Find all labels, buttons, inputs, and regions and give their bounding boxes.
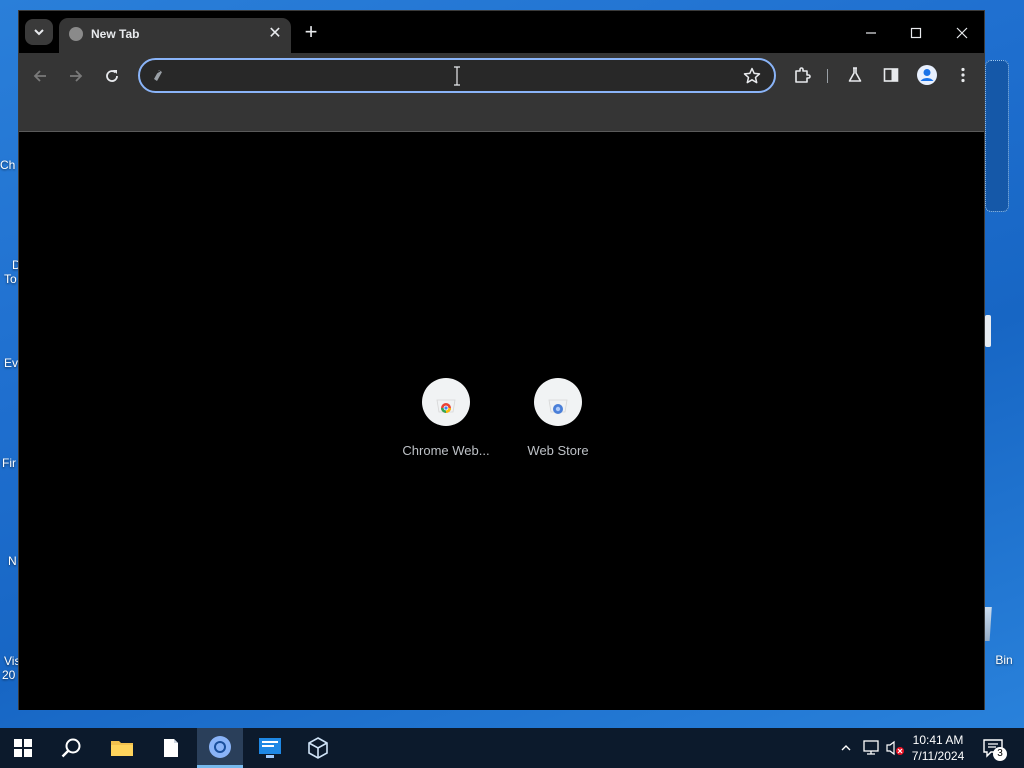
background-window-scrollbar (985, 315, 991, 347)
arrow-right-icon (70, 70, 83, 82)
notification-count-badge: 3 (993, 747, 1007, 761)
tab-search-button[interactable] (25, 19, 53, 45)
tab-new-tab[interactable]: New Tab ✕ (59, 18, 291, 53)
background-window-edge (985, 60, 1009, 212)
start-button[interactable] (0, 728, 46, 768)
browser-toolbar (19, 53, 984, 99)
side-panel-icon (883, 68, 899, 82)
clock-time: 10:41 AM (912, 733, 964, 747)
arrow-left-icon (33, 70, 46, 82)
bookmark-star-icon[interactable] (742, 66, 762, 86)
new-tab-page: Chrome Web... Web Store (19, 133, 984, 710)
desktop-icon-label[interactable]: Fir (2, 456, 16, 470)
desktop-icon-label[interactable]: Ch (0, 158, 15, 172)
taskbar-clock[interactable]: 10:41 AM 7/11/2024 (905, 732, 971, 764)
desktop-icon-label[interactable]: 20 (2, 668, 15, 682)
address-bar[interactable] (138, 58, 776, 93)
reload-icon (106, 70, 118, 82)
menu-button[interactable] (951, 63, 975, 87)
labs-button[interactable] (843, 63, 867, 87)
taskbar-file-explorer[interactable] (99, 728, 145, 768)
globe-icon (69, 27, 83, 41)
taskbar-notepad[interactable] (148, 728, 194, 768)
maximize-button[interactable] (893, 19, 939, 47)
desktop-icon-label[interactable]: To (4, 272, 17, 286)
chrome-store-icon (436, 399, 456, 413)
close-icon (956, 27, 968, 39)
desktop-icon-label[interactable]: N (8, 554, 17, 568)
shortcut-label: Chrome Web... (402, 443, 490, 458)
forward-button[interactable] (63, 63, 89, 89)
maximize-icon (910, 27, 922, 39)
text-cursor-icon (454, 66, 460, 86)
chevron-down-icon (34, 29, 44, 36)
notification-center-button[interactable]: 3 (978, 728, 1010, 768)
tab-strip: New Tab ✕ + (19, 11, 984, 53)
reload-button[interactable] (99, 63, 125, 89)
volume-button[interactable] (884, 728, 906, 768)
more-vert-icon (961, 67, 965, 83)
back-button[interactable] (27, 63, 53, 89)
flask-icon (848, 67, 862, 82)
network-button[interactable] (860, 728, 882, 768)
volume-muted-icon (886, 740, 904, 756)
minimize-button[interactable] (848, 19, 894, 47)
search-icon (61, 738, 81, 758)
windows-logo-icon (14, 739, 32, 757)
desktop-icon-label[interactable]: Ev (4, 356, 18, 370)
chrome-icon (209, 735, 231, 758)
search-button[interactable] (48, 728, 94, 768)
shortcut-chrome-web-store[interactable]: Chrome Web... (390, 378, 502, 458)
document-icon (164, 739, 178, 757)
tab-close-button[interactable]: ✕ (265, 24, 285, 44)
taskbar-chrome[interactable] (197, 728, 243, 768)
chevron-up-icon (841, 745, 851, 751)
profile-button[interactable] (915, 63, 939, 87)
browser-window: New Tab ✕ + Chrome Web... Web Store (18, 10, 985, 710)
network-icon (863, 740, 879, 755)
search-engine-icon (152, 70, 162, 81)
close-window-button[interactable] (939, 19, 985, 47)
recycle-bin-label[interactable]: Bin (984, 653, 1024, 667)
extensions-button[interactable] (790, 63, 814, 87)
clock-date: 7/11/2024 (911, 749, 965, 763)
folder-icon (111, 741, 133, 756)
minimize-icon (866, 32, 876, 34)
toolbar-separator (827, 69, 828, 83)
avatar-icon (917, 65, 937, 85)
monitor-icon (259, 738, 281, 758)
shortcut-tile (422, 378, 470, 426)
web-store-icon (548, 399, 568, 414)
shortcut-tile (534, 378, 582, 426)
bookmarks-bar (19, 99, 984, 132)
taskbar: 10:41 AM 7/11/2024 3 (0, 728, 1024, 768)
shortcut-web-store[interactable]: Web Store (502, 378, 614, 458)
tab-title: New Tab (91, 27, 140, 41)
taskbar-virtualbox[interactable] (295, 728, 341, 768)
cube-icon (308, 737, 328, 759)
side-panel-button[interactable] (879, 63, 903, 87)
shortcut-label: Web Store (527, 443, 589, 458)
taskbar-remote-desktop[interactable] (247, 728, 293, 768)
new-tab-button[interactable]: + (299, 21, 323, 45)
show-hidden-icons-button[interactable] (836, 728, 856, 768)
puzzle-icon (795, 67, 811, 83)
